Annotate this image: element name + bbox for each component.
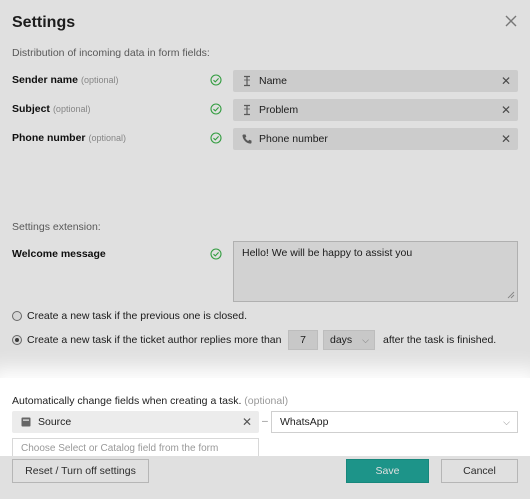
dialog-footer: Reset / Turn off settings Save Cancel: [0, 456, 530, 499]
select-field-icon: [21, 417, 31, 427]
clear-icon[interactable]: ✕: [501, 133, 511, 145]
source-value: WhatsApp: [280, 416, 329, 428]
check-circle-icon: [210, 248, 222, 260]
days-unit-value: days: [330, 334, 353, 346]
distribution-label: Distribution of incoming data in form fi…: [12, 47, 210, 59]
phone-number-label: Phone number (optional): [12, 132, 127, 144]
cancel-button[interactable]: Cancel: [441, 459, 518, 483]
clear-icon[interactable]: ✕: [501, 75, 511, 87]
clear-icon[interactable]: ✕: [501, 104, 511, 116]
phone-number-field[interactable]: Phone number ✕: [233, 128, 518, 150]
radio-label: Create a new task if the ticket author r…: [27, 334, 282, 346]
source-field-value: Source: [38, 416, 72, 428]
radio-button[interactable]: [12, 311, 22, 322]
chevron-down-icon: ⌵: [503, 417, 510, 427]
text-cursor-icon: [244, 104, 250, 116]
phone-number-value: Phone number: [259, 133, 328, 145]
check-circle-icon: [210, 103, 222, 115]
subject-field[interactable]: Problem ✕: [233, 99, 518, 121]
welcome-message-label: Welcome message: [12, 248, 106, 260]
text-cursor-icon: [244, 75, 250, 87]
auto-change-panel: Automatically change fields when creatin…: [0, 378, 530, 456]
welcome-message-textarea[interactable]: Hello! We will be happy to assist you: [233, 241, 518, 302]
phone-number-row: Phone number (optional) Phone number ✕: [12, 128, 518, 150]
subject-value: Problem: [259, 104, 299, 116]
radio-label: Create a new task if the previous one is…: [27, 310, 248, 322]
reset-settings-button[interactable]: Reset / Turn off settings: [12, 459, 149, 483]
check-circle-icon: [210, 74, 222, 86]
subject-label: Subject (optional): [12, 103, 91, 115]
source-field[interactable]: Source ✕: [12, 411, 259, 433]
sender-name-label: Sender name (optional): [12, 74, 119, 86]
phone-icon: [242, 134, 252, 144]
choose-field-input[interactable]: Choose Select or Catalog field from the …: [12, 438, 259, 456]
close-icon[interactable]: [504, 14, 518, 28]
sender-name-field[interactable]: Name ✕: [233, 70, 518, 92]
separator-dash: –: [262, 415, 268, 427]
settings-extension-label: Settings extension:: [12, 221, 101, 233]
dialog-title: Settings: [12, 14, 76, 31]
sender-name-row: Sender name (optional) Name ✕: [12, 70, 518, 92]
radio-button-selected[interactable]: [12, 335, 22, 346]
resize-grip-icon[interactable]: [507, 291, 515, 299]
clear-icon[interactable]: ✕: [242, 416, 252, 428]
sender-name-value: Name: [259, 75, 288, 87]
chevron-down-icon: ⌵: [362, 335, 369, 345]
save-button[interactable]: Save: [346, 459, 429, 483]
subject-row: Subject (optional) Problem ✕: [12, 99, 518, 121]
check-circle-icon: [210, 132, 222, 144]
days-count-input[interactable]: 7: [288, 330, 318, 350]
welcome-message-text: Hello! We will be happy to assist you: [242, 247, 413, 259]
radio-new-task-closed[interactable]: Create a new task if the previous one is…: [12, 310, 247, 322]
auto-change-label: Automatically change fields when creatin…: [12, 395, 289, 407]
radio-new-task-replies[interactable]: Create a new task if the ticket author r…: [12, 334, 281, 346]
days-unit-select[interactable]: days ⌵: [323, 330, 375, 350]
after-task-text: after the task is finished.: [383, 334, 497, 346]
source-value-select[interactable]: WhatsApp ⌵: [271, 411, 518, 433]
